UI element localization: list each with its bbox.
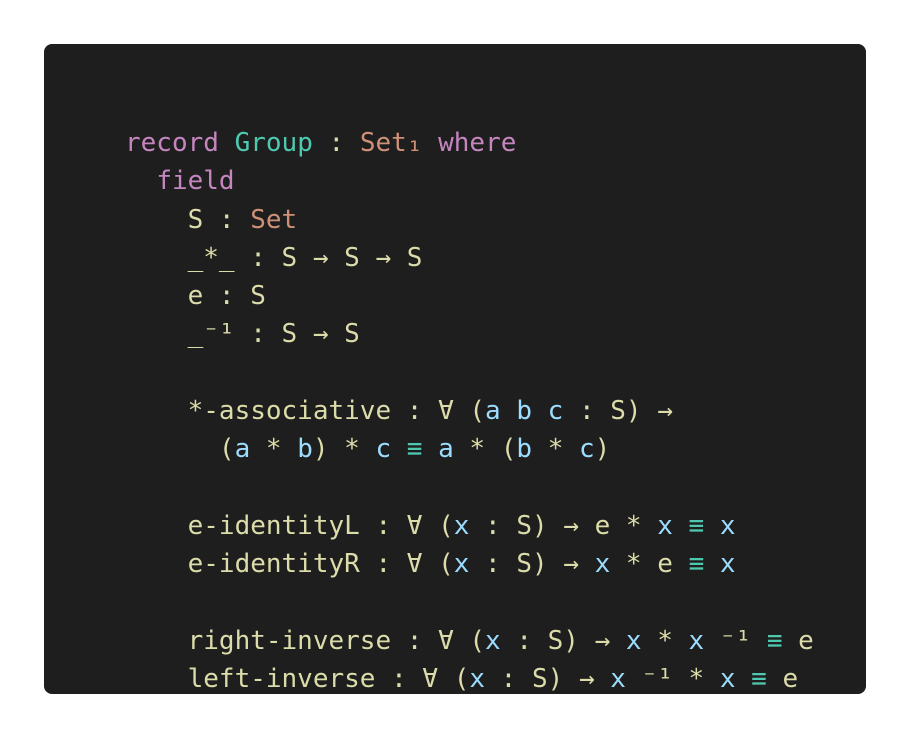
type-name-token: Group xyxy=(234,128,313,158)
code-token: * xyxy=(641,625,689,656)
code-token: e xyxy=(766,664,799,695)
code-token: right-inverse : ∀ ( xyxy=(125,625,486,656)
equality-token: ≡ xyxy=(688,510,705,541)
equality-token: ≡ xyxy=(688,549,705,580)
set-token: Set xyxy=(250,204,298,235)
code-token: : S) → xyxy=(500,625,626,656)
variable-token: x xyxy=(719,510,736,541)
variable-token: a xyxy=(438,434,454,465)
code-line: right-inverse : ∀ (x : S) → x * x ⁻¹ ≡ e xyxy=(125,622,814,660)
variable-token: a xyxy=(234,434,251,465)
equality-token: ≡ xyxy=(406,434,423,465)
code-token: left-inverse : ∀ ( xyxy=(125,664,470,695)
code-token: : S) → xyxy=(469,549,595,580)
code-block: record Group : Set₁ where field S : Set … xyxy=(44,44,866,694)
variable-token: x xyxy=(594,549,611,580)
code-token: e-identityL : ∀ ( xyxy=(125,510,454,541)
code-token: ( xyxy=(125,434,235,465)
keyword-token: where xyxy=(438,128,517,158)
variable-token: c xyxy=(579,434,595,465)
code-line: _⁻¹ : S → S xyxy=(125,315,814,353)
variable-token: b xyxy=(297,434,313,465)
code-token: : S) → xyxy=(485,664,611,695)
code-token: * ( xyxy=(453,434,517,465)
code-token: ) xyxy=(594,434,611,465)
variable-token: b xyxy=(516,434,533,465)
code-line: e : S xyxy=(125,277,814,315)
code-line: _*_ : S → S → S xyxy=(125,239,814,277)
code-line: *-associative : ∀ (a b c : S) → xyxy=(125,392,814,430)
code-token: e : S xyxy=(125,281,266,312)
code-line: S : Set xyxy=(125,201,814,239)
code-line: record Group : Set₁ where xyxy=(125,124,814,162)
code-line: (a * b) * c ≡ a * (b * c) xyxy=(125,430,814,468)
variable-token: x xyxy=(453,510,470,541)
code-token: ) * xyxy=(312,434,376,465)
code-token: * e xyxy=(610,549,689,580)
variable-token: x xyxy=(625,625,642,656)
code-token: : S) → e * xyxy=(469,510,658,541)
code-token: * xyxy=(532,434,580,465)
code-line: field xyxy=(125,162,814,200)
variable-token: x xyxy=(610,664,626,695)
variable-token: a b c xyxy=(485,396,564,427)
equality-token: ≡ xyxy=(751,664,767,695)
keyword-token: field xyxy=(156,166,235,197)
code-token: e-identityR : ∀ ( xyxy=(125,549,454,580)
variable-token: x xyxy=(719,549,736,580)
code-token: *-associative : ∀ ( xyxy=(125,396,486,427)
set-token: Set₁ xyxy=(359,128,423,158)
variable-token: x xyxy=(688,625,705,656)
variable-token: x xyxy=(485,625,501,656)
keyword-token: record xyxy=(125,128,219,158)
code-token: ⁻¹ xyxy=(704,625,767,656)
code-token: : xyxy=(312,128,360,158)
code-token: ⁻¹ * xyxy=(625,664,720,695)
variable-token: x xyxy=(469,664,486,695)
code-token: S : xyxy=(125,204,251,235)
code-line: left-inverse : ∀ (x : S) → x ⁻¹ * x ≡ e xyxy=(125,660,814,698)
variable-token: x xyxy=(719,664,736,695)
variable-token: x xyxy=(453,549,470,580)
code-token: _*_ : S → S → S xyxy=(125,242,423,273)
code-line: e-identityR : ∀ (x : S) → x * e ≡ x xyxy=(125,545,814,583)
variable-token: c xyxy=(375,434,392,465)
code-token: e xyxy=(782,625,814,656)
code-token: _⁻¹ : S → S xyxy=(125,319,360,350)
code-token: * xyxy=(250,434,298,465)
code-line: e-identityL : ∀ (x : S) → e * x ≡ x xyxy=(125,507,814,545)
code-token: : S) → xyxy=(563,396,673,427)
equality-token: ≡ xyxy=(766,625,783,656)
code-text: record Group : Set₁ where field S : Set … xyxy=(125,124,814,698)
variable-token: x xyxy=(657,510,673,541)
